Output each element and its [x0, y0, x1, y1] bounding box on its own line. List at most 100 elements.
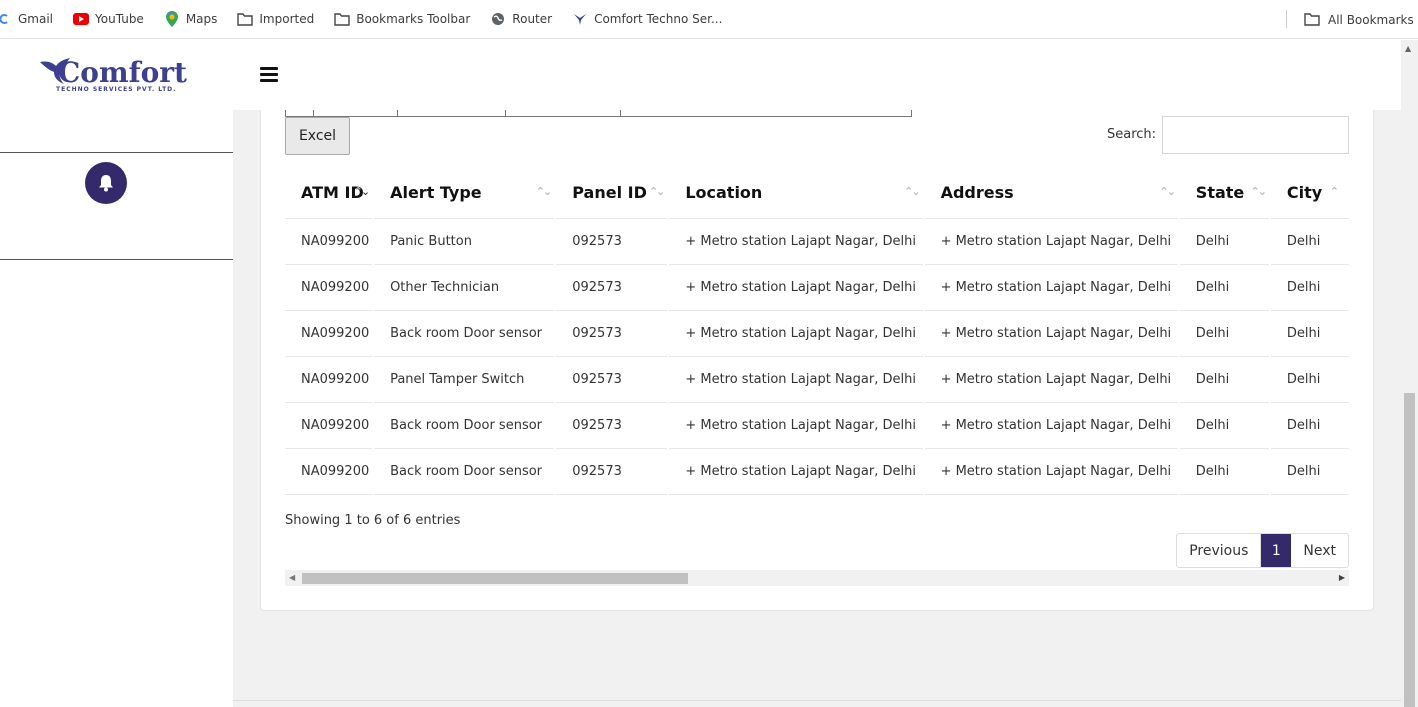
horizontal-scrollbar[interactable]: ◀ ▶: [285, 570, 1349, 586]
bookmark-router[interactable]: Router: [490, 12, 552, 26]
table-row[interactable]: NA099200 Other Technician 092573 + Metro st…: [285, 265, 1349, 311]
previous-page-button[interactable]: Previous: [1177, 534, 1262, 567]
table-cell: NA099200: [285, 357, 373, 403]
table-cell: Delhi: [1270, 219, 1349, 265]
table-cell: Delhi: [1179, 311, 1269, 357]
table-cell: Back room Door sensor: [374, 449, 555, 495]
logo-word: Comfort: [58, 56, 187, 89]
column-header-city[interactable]: City ⌃: [1270, 166, 1349, 219]
bookmark-imported[interactable]: Imported: [237, 12, 314, 26]
footer-divider: [233, 700, 1401, 701]
scroll-left-icon[interactable]: ◀: [289, 573, 295, 582]
table-cell: Delhi: [1179, 265, 1269, 311]
table-cell: + Metro station Lajapt Nagar, Delhi: [669, 311, 923, 357]
table-cell: Back room Door sensor: [374, 311, 555, 357]
entries-info: Showing 1 to 6 of 6 entries: [285, 513, 461, 528]
table-cell: NA099200: [285, 403, 373, 449]
bookmark-youtube[interactable]: YouTube: [73, 12, 144, 26]
table-cell: Delhi: [1179, 219, 1269, 265]
table-cell: + Metro station Lajapt Nagar, Delhi: [669, 219, 923, 265]
table-cell: + Metro station Lajapt Nagar, Delhi: [924, 311, 1178, 357]
all-bookmarks-label: All Bookmarks: [1328, 12, 1414, 27]
table-cell: + Metro station Lajapt Nagar, Delhi: [924, 403, 1178, 449]
table-cell: + Metro station Lajapt Nagar, Delhi: [924, 449, 1178, 495]
bookmarks-separator: [1286, 10, 1287, 28]
table-row[interactable]: NA099200 Back room Door sensor 092573 + Met…: [285, 311, 1349, 357]
sort-icon: ⌃⌄: [535, 185, 553, 198]
folder-icon: [237, 12, 254, 26]
column-header-atm-id[interactable]: ATM ID ⌃⌄: [285, 166, 373, 219]
alerts-table: ATM ID ⌃⌄ Alert Type ⌃⌄ Panel ID ⌃⌄ Locatio…: [285, 166, 1349, 495]
bookmark-maps[interactable]: Maps: [164, 11, 217, 27]
table-cell: 092573: [556, 449, 668, 495]
folder-icon: [334, 12, 350, 26]
table-row[interactable]: NA099200 Panic Button 092573 + Metro statio…: [285, 219, 1349, 265]
bookmark-bookmarks-toolbar[interactable]: Bookmarks Toolbar: [334, 12, 470, 26]
logo-subtitle: TECHNO SERVICES PVT. LTD.: [56, 86, 177, 93]
table-cell: + Metro station Lajapt Nagar, Delhi: [924, 357, 1178, 403]
page-1-button[interactable]: 1: [1261, 534, 1292, 567]
sort-icon: ⌃⌄: [1250, 185, 1267, 198]
notification-button[interactable]: [85, 162, 127, 204]
sort-icon: ⌃⌄: [904, 185, 921, 198]
table-cell: Delhi: [1179, 449, 1269, 495]
table-cell: NA099200: [285, 311, 373, 357]
table-row[interactable]: NA099200 Back room Door sensor 092573 + Met…: [285, 403, 1349, 449]
sidebar-divider: [0, 259, 233, 260]
table-cell: Other Technician: [374, 265, 555, 311]
column-header-state[interactable]: State ⌃⌄: [1179, 166, 1269, 219]
vertical-scrollbar[interactable]: ▲: [1401, 40, 1418, 707]
table-cell: NA099200: [285, 449, 373, 495]
column-header-location[interactable]: Location ⌃⌄: [669, 166, 923, 219]
table-body: NA099200 Panic Button 092573 + Metro statio…: [285, 219, 1349, 495]
gmail-icon: [0, 12, 12, 26]
folder-icon: [1304, 13, 1320, 27]
globe-icon: [490, 12, 506, 26]
column-header-alert-type[interactable]: Alert Type ⌃⌄: [374, 166, 555, 219]
bookmark-label: Router: [512, 12, 553, 26]
pagination: Previous 1 Next: [1176, 533, 1349, 568]
next-page-button[interactable]: Next: [1291, 534, 1348, 567]
excel-button[interactable]: Excel: [285, 117, 350, 155]
table-cell: Back room Door sensor: [374, 403, 555, 449]
comfort-logo[interactable]: Comfort TECHNO SERVICES PVT. LTD.: [40, 56, 187, 98]
bookmark-label: Comfort Techno Ser...: [594, 12, 723, 26]
table-cell: 092573: [556, 219, 668, 265]
table-cell: + Metro station Lajapt Nagar, Delhi: [924, 219, 1178, 265]
scroll-right-icon[interactable]: ▶: [1339, 573, 1345, 582]
menu-toggle-icon[interactable]: [260, 67, 278, 83]
table-cell: 092573: [556, 403, 668, 449]
bookmark-label: Bookmarks Toolbar: [356, 12, 471, 26]
table-row[interactable]: NA099200 Back room Door sensor 092573 + Met…: [285, 449, 1349, 495]
bookmark-comfort[interactable]: Comfort Techno Ser...: [572, 12, 722, 26]
search-input[interactable]: [1162, 116, 1349, 154]
top-navbar: [233, 40, 1401, 110]
scroll-up-icon[interactable]: ▲: [1405, 44, 1411, 53]
sort-icon: ⌃⌄: [1159, 185, 1176, 198]
table-cell: NA099200: [285, 265, 373, 311]
bookmark-label: Imported: [259, 12, 315, 26]
bookmark-gmail[interactable]: Gmail: [0, 12, 53, 26]
table-header-row: ATM ID ⌃⌄ Alert Type ⌃⌄ Panel ID ⌃⌄ Locatio…: [285, 166, 1349, 219]
table-cell: Delhi: [1270, 357, 1349, 403]
sort-icon: ⌃⌄: [648, 185, 666, 198]
horizontal-scroll-thumb[interactable]: [302, 573, 688, 584]
table-cell: + Metro station Lajapt Nagar, Delhi: [669, 449, 923, 495]
table-cell: + Metro station Lajapt Nagar, Delhi: [669, 357, 923, 403]
table-row[interactable]: NA099200 Panel Tamper Switch 092573 + Metro…: [285, 357, 1349, 403]
sidebar: Comfort TECHNO SERVICES PVT. LTD.: [0, 40, 233, 707]
all-bookmarks[interactable]: All Bookmarks: [1304, 0, 1414, 39]
comfort-favicon-icon: [572, 12, 588, 26]
sort-desc-icon: ⌃⌄: [353, 185, 371, 198]
column-header-panel-id[interactable]: Panel ID ⌃⌄: [556, 166, 668, 219]
table-cell: Delhi: [1270, 449, 1349, 495]
table-cell: Delhi: [1179, 357, 1269, 403]
column-header-address[interactable]: Address ⌃⌄: [924, 166, 1178, 219]
table-cell: Delhi: [1270, 311, 1349, 357]
vertical-scroll-thumb[interactable]: [1404, 393, 1415, 707]
bookmarks-bar: Gmail YouTube Maps Imported Bookmarks To…: [0, 0, 1418, 39]
table-cell: Panel Tamper Switch: [374, 357, 555, 403]
bookmark-label: Gmail: [18, 12, 54, 26]
table-cell: NA099200: [285, 219, 373, 265]
alerts-card: Excel Search: ATM ID ⌃⌄ Alert Type ⌃⌄ Pane…: [260, 105, 1374, 611]
